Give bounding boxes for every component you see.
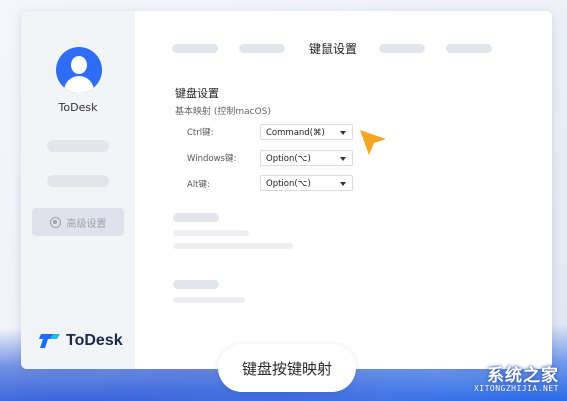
skeleton-heading-1 xyxy=(173,213,219,222)
watermark-sub: XITONGZHIJIA.NET xyxy=(473,384,559,393)
pointer-cursor-icon xyxy=(360,130,386,155)
ctrl-key-value: Command(⌘) xyxy=(266,128,325,138)
sidebar-item-placeholder-1[interactable] xyxy=(47,140,109,152)
watermark-main: 系统之家 xyxy=(487,366,559,386)
watermark: 系统之家 XITONGZHIJIA.NET xyxy=(474,361,559,393)
sidebar-item-placeholder-2[interactable] xyxy=(47,175,109,187)
caption-bubble: 键盘按键映射 xyxy=(218,344,356,392)
windows-key-label: Windows键: xyxy=(187,154,237,164)
tab-placeholder-2[interactable] xyxy=(239,44,285,53)
windows-key-value: Option(⌥) xyxy=(266,154,311,164)
main-panel: 键鼠设置 键盘设置 基本映射 (控制macOS) Ctrl键: Command(… xyxy=(135,11,552,369)
ctrl-key-label: Ctrl键: xyxy=(187,128,214,138)
chevron-down-icon xyxy=(340,131,346,135)
ctrl-key-select[interactable]: Command(⌘) xyxy=(260,124,353,140)
alt-key-select[interactable]: Option(⌥) xyxy=(260,175,353,191)
windows-key-select[interactable]: Option(⌥) xyxy=(260,150,353,166)
caption-text: 键盘按键映射 xyxy=(241,359,332,378)
chevron-down-icon xyxy=(340,182,346,186)
tab-placeholder-4[interactable] xyxy=(446,44,492,53)
gear-icon xyxy=(49,216,61,228)
chevron-down-icon xyxy=(340,157,346,161)
todesk-logo: ToDesk xyxy=(39,332,123,350)
avatar-head-icon xyxy=(71,56,87,74)
basic-mapping-subtitle: 基本映射 (控制macOS) xyxy=(175,107,271,117)
alt-key-value: Option(⌥) xyxy=(266,179,311,189)
avatar-body-icon xyxy=(64,76,94,93)
tab-mouse-keyboard-settings[interactable]: 键鼠设置 xyxy=(309,40,357,57)
sidebar: ToDesk 高级设置 ToDesk xyxy=(21,11,135,369)
skeleton-line-3 xyxy=(173,297,245,303)
advanced-settings-label: 高级设置 xyxy=(66,218,107,230)
keyboard-settings-title: 键盘设置 xyxy=(175,87,219,100)
alt-key-label: Alt键: xyxy=(187,180,210,190)
skeleton-line-1 xyxy=(173,230,249,236)
user-name: ToDesk xyxy=(58,101,98,114)
skeleton-line-2 xyxy=(173,243,293,249)
tab-placeholder-1[interactable] xyxy=(172,44,218,53)
avatar[interactable] xyxy=(56,47,102,93)
logo-text: ToDesk xyxy=(66,332,123,349)
todesk-logo-icon xyxy=(39,334,60,348)
settings-window: ToDesk 高级设置 ToDesk 键鼠设置 键盘设置 基本映射 (控制mac… xyxy=(21,11,552,369)
skeleton-heading-2 xyxy=(173,280,219,289)
tab-placeholder-3[interactable] xyxy=(379,44,425,53)
advanced-settings-button[interactable]: 高级设置 xyxy=(32,208,124,236)
